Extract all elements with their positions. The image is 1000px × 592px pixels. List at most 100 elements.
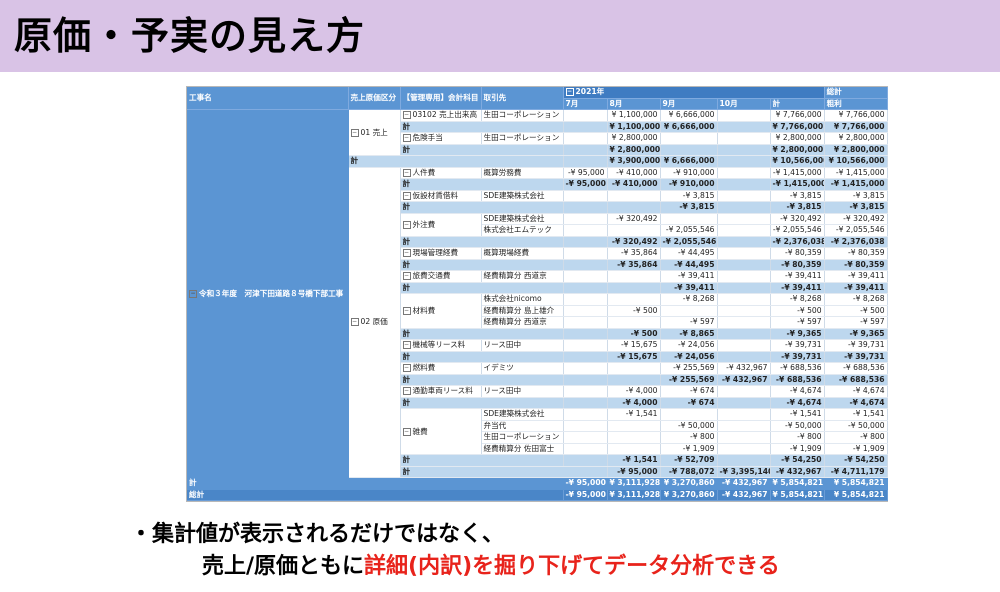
value-cell bbox=[717, 385, 771, 398]
collapse-icon[interactable]: − bbox=[402, 272, 411, 281]
vendor-cell: イデミツ bbox=[481, 362, 564, 375]
collapse-icon[interactable]: − bbox=[402, 134, 411, 143]
account-cell[interactable]: − 旅費交通費 bbox=[400, 270, 482, 283]
account-cell[interactable]: − 危険手当 bbox=[400, 132, 482, 145]
value-cell bbox=[607, 293, 661, 306]
value-cell: ¥ 2,800,000 bbox=[607, 144, 661, 156]
account-cell[interactable]: − 外注費 bbox=[400, 213, 482, 237]
collapse-icon[interactable]: − bbox=[402, 249, 411, 258]
label-text: 人件費 bbox=[412, 167, 436, 177]
collapse-icon[interactable]: − bbox=[402, 387, 411, 396]
value-cell: ¥ 7,766,000 bbox=[770, 121, 825, 133]
account-cell[interactable]: − 材料費 bbox=[400, 293, 482, 329]
pivot-body: − 令和３年度 河津下田道路８号橋下部工事 −01 売上 −03102 売上出来高 生田… bbox=[187, 109, 888, 501]
value-cell bbox=[717, 420, 771, 432]
header-year[interactable]: −2021年 bbox=[563, 87, 825, 99]
project-total-label: 計 bbox=[187, 477, 564, 490]
value-cell: ¥ 3,270,860 bbox=[660, 477, 718, 490]
value-cell: ¥ 2,800,000 bbox=[770, 132, 825, 145]
label-text: 危険手当 bbox=[412, 133, 443, 143]
vendor-cell: SDE建築株式会社 bbox=[481, 213, 564, 225]
value-cell: -¥ 3,815 bbox=[660, 190, 718, 202]
collapse-icon[interactable]: − bbox=[565, 88, 574, 97]
value-cell: -¥ 432,967 bbox=[717, 374, 771, 386]
value-cell: -¥ 80,359 bbox=[770, 247, 825, 260]
account-cell[interactable]: − 機械等リース料 bbox=[400, 339, 482, 352]
label-text: 現場管理経費 bbox=[412, 248, 459, 258]
value-cell bbox=[717, 305, 771, 317]
value-cell: -¥ 3,815 bbox=[660, 201, 718, 214]
value-cell bbox=[717, 328, 771, 340]
value-cell bbox=[563, 109, 608, 122]
value-cell bbox=[607, 270, 661, 283]
kubun-total-label: 計 bbox=[400, 466, 608, 478]
collapse-icon[interactable]: − bbox=[350, 318, 359, 327]
collapse-icon[interactable]: − bbox=[402, 364, 411, 373]
collapse-icon[interactable]: − bbox=[402, 306, 411, 315]
value-cell: -¥ 15,675 bbox=[607, 351, 661, 363]
header-month: 8月 bbox=[607, 98, 661, 110]
label-text: 機械等リース料 bbox=[412, 340, 466, 350]
kubun-genka[interactable]: −02 原価 bbox=[348, 167, 401, 478]
value-cell: -¥ 320,492 bbox=[607, 213, 661, 225]
arari-value-cell: -¥ 39,731 bbox=[824, 351, 888, 363]
value-cell bbox=[563, 293, 608, 306]
value-cell: -¥ 1,909 bbox=[660, 443, 718, 455]
value-cell: -¥ 8,865 bbox=[660, 328, 718, 340]
account-cell[interactable]: − 人件費 bbox=[400, 167, 482, 179]
page-title: 原価・予実の見え方 bbox=[14, 14, 366, 58]
header-arari: 粗利 bbox=[824, 98, 888, 110]
value-cell: -¥ 597 bbox=[770, 316, 825, 329]
arari-value-cell: -¥ 597 bbox=[824, 316, 888, 329]
value-cell: -¥ 44,495 bbox=[660, 247, 718, 260]
collapse-icon[interactable]: − bbox=[402, 191, 411, 200]
value-cell: -¥ 4,000 bbox=[607, 397, 661, 409]
collapse-icon[interactable]: − bbox=[402, 341, 411, 350]
vendor-cell: SDE建築株式会社 bbox=[481, 190, 564, 202]
value-cell bbox=[607, 282, 661, 294]
value-cell bbox=[607, 224, 661, 237]
value-cell bbox=[563, 443, 608, 455]
kubun-uriage[interactable]: −01 売上 bbox=[348, 109, 401, 156]
arari-value-cell: -¥ 9,365 bbox=[824, 328, 888, 340]
account-cell[interactable]: − 現場管理経費 bbox=[400, 247, 482, 260]
value-cell: -¥ 39,731 bbox=[770, 339, 825, 352]
account-cell[interactable]: − 燃料費 bbox=[400, 362, 482, 375]
account-cell[interactable]: − 雑費 bbox=[400, 408, 482, 455]
value-cell: ¥ 10,566,000 bbox=[770, 155, 825, 168]
value-cell bbox=[563, 259, 608, 271]
arari-value-cell: -¥ 500 bbox=[824, 305, 888, 317]
arari-value-cell: -¥ 1,909 bbox=[824, 443, 888, 455]
arari-value-cell: -¥ 2,376,038 bbox=[824, 236, 888, 248]
value-cell: -¥ 2,055,546 bbox=[660, 224, 718, 237]
value-cell: -¥ 4,674 bbox=[770, 397, 825, 409]
value-cell bbox=[563, 144, 608, 156]
project-name-cell[interactable]: − 令和３年度 河津下田道路８号橋下部工事 bbox=[187, 109, 349, 478]
value-cell: -¥ 39,731 bbox=[770, 351, 825, 363]
kubun-total-label: 計 bbox=[348, 155, 564, 168]
value-cell: ¥ 3,270,860 bbox=[660, 489, 718, 501]
value-cell bbox=[563, 305, 608, 317]
collapse-icon[interactable]: − bbox=[402, 220, 411, 229]
value-cell: -¥ 500 bbox=[607, 328, 661, 340]
value-cell bbox=[563, 213, 608, 225]
value-cell: ¥ 7,766,000 bbox=[770, 109, 825, 122]
account-cell[interactable]: − 仮設材賃借料 bbox=[400, 190, 482, 202]
table-row: 計 -¥ 95,000 ¥ 3,111,928 ¥ 3,270,860 -¥ 432,9… bbox=[187, 477, 888, 490]
value-cell bbox=[717, 293, 771, 306]
account-cell[interactable]: − 通勤車両リース料 bbox=[400, 385, 482, 398]
collapse-icon[interactable]: − bbox=[402, 427, 411, 436]
value-cell bbox=[717, 351, 771, 363]
bullet-line-2-black: 売上/原価ともに bbox=[202, 554, 365, 579]
label-text: 雑費 bbox=[412, 426, 428, 436]
value-cell: -¥ 432,967 bbox=[770, 466, 825, 478]
value-cell: -¥ 688,536 bbox=[770, 362, 825, 375]
account-cell[interactable]: −03102 売上出来高 bbox=[400, 109, 482, 122]
collapse-icon[interactable]: − bbox=[402, 111, 411, 120]
collapse-icon[interactable]: − bbox=[189, 289, 197, 298]
collapse-icon[interactable]: − bbox=[402, 168, 411, 177]
value-cell bbox=[563, 420, 608, 432]
header-month-total: 計 bbox=[770, 98, 825, 110]
subtotal-label: 計 bbox=[400, 351, 564, 363]
collapse-icon[interactable]: − bbox=[350, 128, 359, 137]
